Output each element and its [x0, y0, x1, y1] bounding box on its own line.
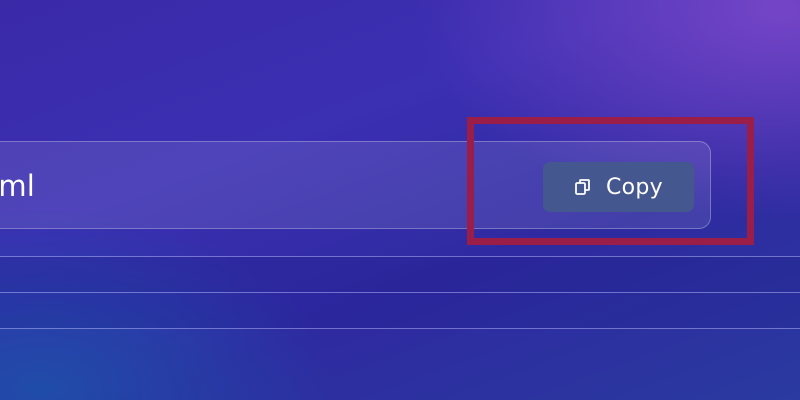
list-row-band [0, 257, 800, 292]
divider [0, 328, 800, 329]
list-row-band [0, 293, 800, 328]
url-text: xml [0, 169, 36, 203]
divider [0, 256, 800, 257]
divider [0, 292, 800, 293]
highlight-box [467, 117, 754, 245]
